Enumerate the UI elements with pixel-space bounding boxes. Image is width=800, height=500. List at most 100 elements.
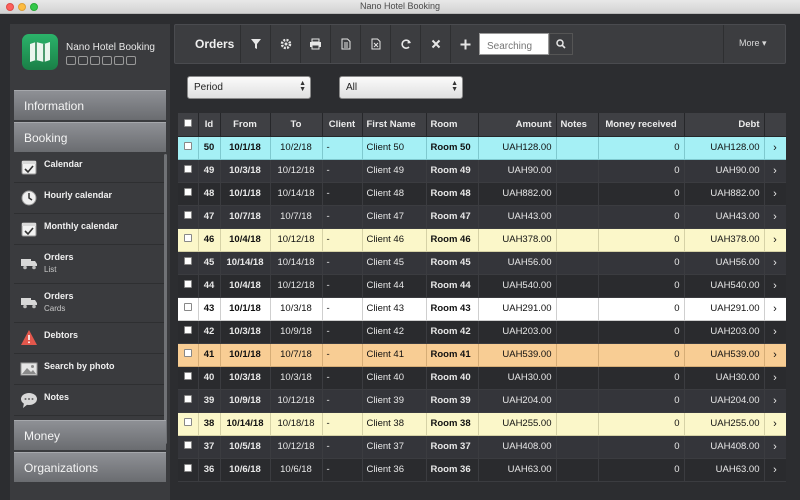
section-money[interactable]: Money — [14, 420, 166, 450]
row-open-button[interactable]: › — [764, 297, 786, 321]
row-open-button[interactable]: › — [764, 228, 786, 252]
row-checkbox[interactable] — [178, 136, 199, 160]
menu-item-orders-list[interactable]: Orders List — [14, 245, 166, 284]
table-row[interactable]: 37 10/5/18 10/12/18- Client 37 Room 37 UAH408… — [178, 435, 786, 459]
column-header-client[interactable]: Client — [322, 113, 363, 137]
column-header-room[interactable]: Room — [426, 113, 479, 137]
table-row[interactable]: 45 10/14/18 10/14/18- Client 45 Room 45 UAH56… — [178, 251, 786, 275]
print-button[interactable] — [300, 25, 330, 63]
column-header-to[interactable]: To — [270, 113, 323, 137]
row-checkbox[interactable] — [178, 228, 199, 252]
table-row[interactable]: 44 10/4/18 10/12/18- Client 44 Room 44 UAH540… — [178, 274, 786, 298]
row-checkbox[interactable] — [178, 343, 199, 367]
settings-button[interactable] — [270, 25, 300, 63]
table-row[interactable]: 39 10/9/18 10/12/18- Client 39 Room 39 UAH204… — [178, 389, 786, 413]
row-checkbox[interactable] — [178, 435, 199, 459]
status-select[interactable]: All ▲ ▼ — [339, 76, 463, 99]
warning-icon[interactable] — [90, 56, 100, 65]
menu-item-monthly-calendar[interactable]: Monthly calendar — [14, 214, 166, 245]
row-checkbox[interactable] — [178, 389, 199, 413]
column-header-first-name[interactable]: First Name — [362, 113, 427, 137]
add-button[interactable] — [450, 25, 480, 63]
row-open-button[interactable]: › — [764, 182, 786, 206]
table-row[interactable]: 41 10/1/18 10/7/18- Client 41 Room 41 UAH539.… — [178, 343, 786, 367]
section-information[interactable]: Information — [14, 90, 166, 120]
delete-button[interactable] — [420, 25, 450, 63]
row-open-button[interactable]: › — [764, 458, 786, 482]
column-header-from[interactable]: From — [220, 113, 271, 137]
row-open-button[interactable]: › — [764, 389, 786, 413]
cell-debt: UAH378.00 — [684, 228, 765, 252]
cell-amount: UAH255.00 — [478, 412, 557, 436]
row-checkbox[interactable] — [178, 159, 199, 183]
column-header-amount[interactable]: Amount — [478, 113, 557, 137]
row-checkbox[interactable] — [178, 251, 199, 275]
cell-client: - — [322, 274, 363, 298]
select-all-checkbox[interactable] — [178, 113, 199, 137]
row-open-button[interactable]: › — [764, 251, 786, 275]
column-header-actions — [764, 113, 786, 137]
table-row[interactable]: 48 10/1/18 10/14/18- Client 48 Room 48 UAH882… — [178, 182, 786, 206]
gear-icon[interactable] — [114, 56, 124, 65]
section-booking[interactable]: Booking — [14, 122, 166, 152]
more-menu-button[interactable]: More ▾ — [739, 38, 767, 49]
column-header-notes[interactable]: Notes — [556, 113, 599, 137]
row-open-button[interactable]: › — [764, 435, 786, 459]
row-open-button[interactable]: › — [764, 320, 786, 344]
row-open-button[interactable]: › — [764, 274, 786, 298]
table-row[interactable]: 46 10/4/18 10/12/18- Client 46 Room 46 UAH378… — [178, 228, 786, 252]
period-select[interactable]: Period ▲ ▼ — [187, 76, 311, 99]
truck-icon[interactable] — [78, 56, 88, 65]
menu-item-notes[interactable]: Notes — [14, 385, 166, 416]
chevron-right-icon: › — [773, 279, 777, 292]
table-row[interactable]: 47 10/7/18 10/7/18- Client 47 Room 47 UAH43.0… — [178, 205, 786, 229]
menu-item-debtors[interactable]: Debtors — [14, 323, 166, 354]
filter-button[interactable] — [240, 25, 270, 63]
refresh-button[interactable] — [390, 25, 420, 63]
cell-from: 10/3/18 — [220, 320, 271, 344]
row-open-button[interactable]: › — [764, 205, 786, 229]
column-header-debt[interactable]: Debt — [684, 113, 765, 137]
cell-client: - — [322, 182, 363, 206]
menu-item-search-by-photo[interactable]: Search by photo — [14, 354, 166, 385]
table-row[interactable]: 50 10/1/18 10/2/18- Client 50 Room 50 UAH128.… — [178, 136, 786, 160]
row-open-button[interactable]: › — [764, 412, 786, 436]
column-header-id[interactable]: Id — [198, 113, 221, 137]
menu-item-calendar[interactable]: Calendar — [14, 152, 166, 183]
sidebar-scrollbar[interactable] — [164, 154, 167, 444]
table-row[interactable]: 40 10/3/18 10/3/18- Client 40 Room 40 UAH30.0… — [178, 366, 786, 390]
table-row[interactable]: 49 10/3/18 10/12/18- Client 49 Room 49 UAH90.… — [178, 159, 786, 183]
row-open-button[interactable]: › — [764, 366, 786, 390]
table-row[interactable]: 43 10/1/18 10/3/18- Client 43 Room 43 UAH291.… — [178, 297, 786, 321]
search-input[interactable] — [479, 33, 549, 55]
table-row[interactable]: 38 10/14/18 10/18/18- Client 38 Room 38 UAH25… — [178, 412, 786, 436]
row-checkbox[interactable] — [178, 182, 199, 206]
cell-first-name: Client 40 — [362, 366, 427, 390]
section-organizations[interactable]: Organizations — [14, 452, 166, 482]
database-icon[interactable] — [126, 56, 136, 65]
cell-id: 36 — [198, 458, 221, 482]
row-open-button[interactable]: › — [764, 343, 786, 367]
menu-item-hourly-calendar[interactable]: Hourly calendar — [14, 183, 166, 214]
export-excel-button[interactable] — [360, 25, 390, 63]
cell-to: 10/3/18 — [270, 297, 323, 321]
table-row[interactable]: 42 10/3/18 10/9/18- Client 42 Room 42 UAH203.… — [178, 320, 786, 344]
document-icon[interactable] — [102, 56, 112, 65]
table-row[interactable]: 36 10/6/18 10/6/18- Client 36 Room 36 UAH63.0… — [178, 458, 786, 482]
cell-amount: UAH56.00 — [478, 251, 557, 275]
menu-item-orders-cards[interactable]: Orders Cards — [14, 284, 166, 323]
app-name: Nano Hotel Booking — [66, 42, 155, 53]
row-open-button[interactable]: › — [764, 159, 786, 183]
row-checkbox[interactable] — [178, 274, 199, 298]
row-open-button[interactable]: › — [764, 136, 786, 160]
search-button[interactable] — [549, 33, 573, 55]
export-document-button[interactable] — [330, 25, 360, 63]
column-header-money-received[interactable]: Money received — [598, 113, 685, 137]
row-checkbox[interactable] — [178, 458, 199, 482]
row-checkbox[interactable] — [178, 205, 199, 229]
calendar-icon[interactable] — [66, 56, 76, 65]
row-checkbox[interactable] — [178, 366, 199, 390]
row-checkbox[interactable] — [178, 320, 199, 344]
row-checkbox[interactable] — [178, 412, 199, 436]
row-checkbox[interactable] — [178, 297, 199, 321]
